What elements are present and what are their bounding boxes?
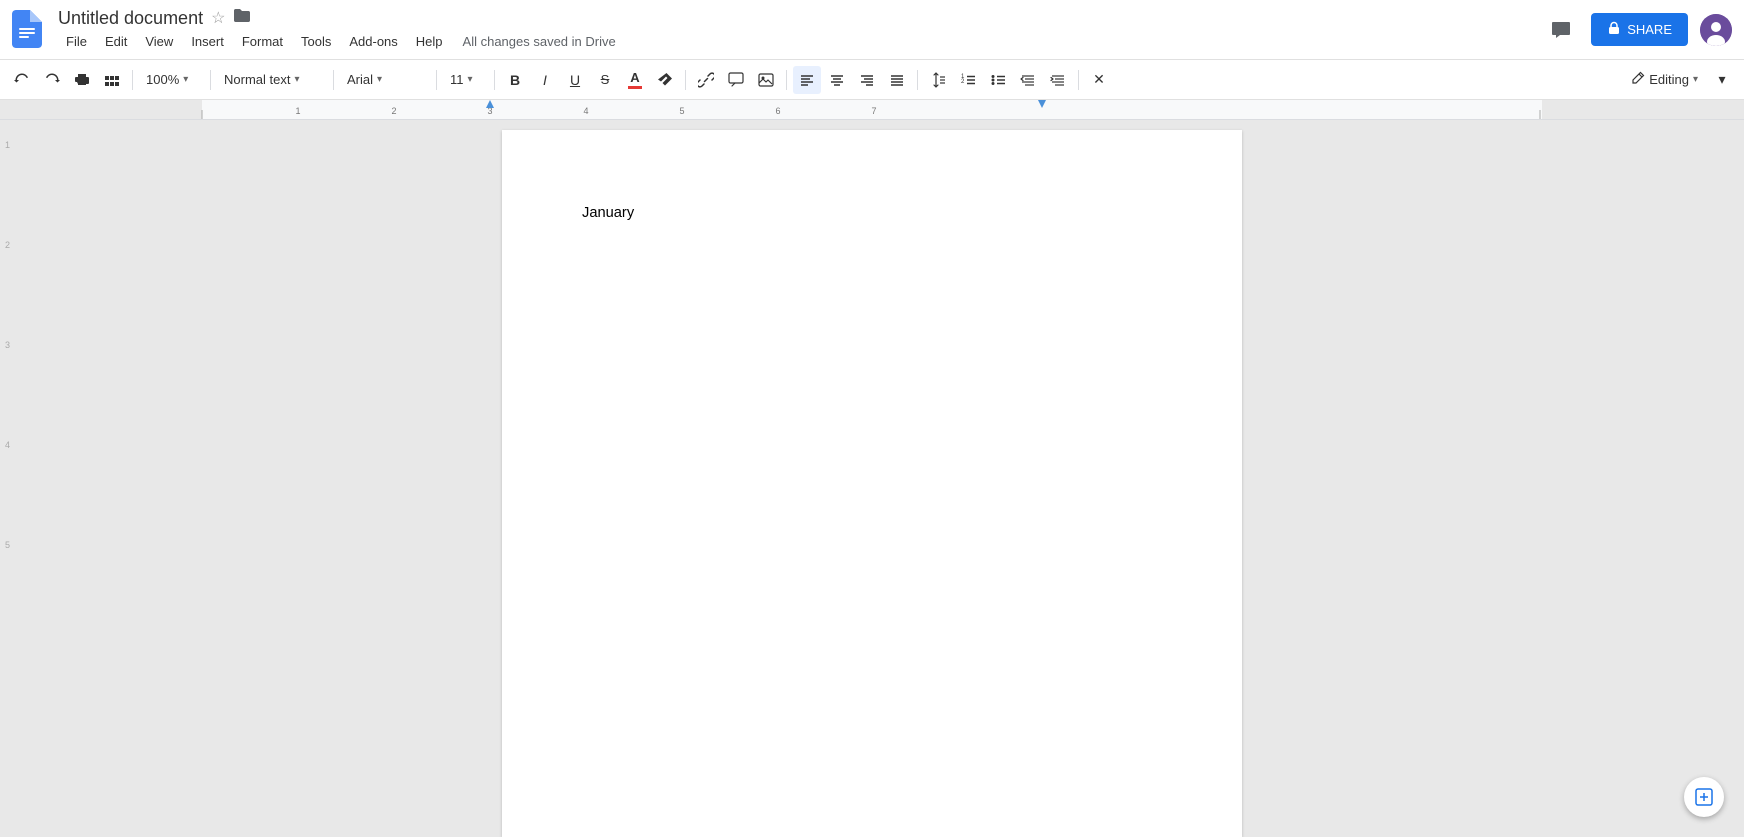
- size-value: 11: [450, 72, 464, 87]
- svg-text:2: 2: [961, 79, 965, 85]
- zoom-value: 100%: [146, 72, 179, 87]
- more-options-button[interactable]: ▾: [1708, 66, 1736, 94]
- insert-image-button[interactable]: [752, 66, 780, 94]
- ruler-num-4: 4: [2, 440, 13, 450]
- editing-arrow: ▾: [1693, 74, 1698, 85]
- italic-button[interactable]: I: [531, 66, 559, 94]
- line-spacing-button[interactable]: [924, 66, 952, 94]
- numbered-list-button[interactable]: 1 2: [954, 66, 982, 94]
- style-arrow: ▾: [294, 74, 299, 85]
- main-area: 1 2 3 4 5 January: [0, 120, 1744, 837]
- redo-button[interactable]: [38, 66, 66, 94]
- font-arrow: ▾: [377, 74, 382, 85]
- strikethrough-button[interactable]: S: [591, 66, 619, 94]
- separator-4: [436, 70, 437, 90]
- ruler: 1 2 3 4 5 6 7: [0, 100, 1744, 120]
- separator-7: [786, 70, 787, 90]
- ruler-num-2: 2: [2, 240, 13, 250]
- doc-title-row: Untitled document ☆: [58, 8, 1543, 29]
- doc-title[interactable]: Untitled document: [58, 8, 203, 29]
- size-arrow: ▾: [468, 74, 473, 85]
- undo-button[interactable]: [8, 66, 36, 94]
- svg-text:4: 4: [583, 106, 588, 116]
- editing-mode-dropdown[interactable]: Editing ▾: [1623, 67, 1706, 92]
- highlight-color-button[interactable]: [651, 66, 679, 94]
- star-icon[interactable]: ☆: [211, 8, 225, 28]
- menu-view[interactable]: View: [137, 31, 181, 52]
- bold-button[interactable]: B: [501, 66, 529, 94]
- editing-label: Editing: [1649, 72, 1689, 87]
- app-icon: [12, 10, 48, 50]
- svg-text:2: 2: [391, 106, 396, 116]
- separator-5: [494, 70, 495, 90]
- separator-6: [685, 70, 686, 90]
- zoom-dropdown[interactable]: 100% ▾: [139, 66, 204, 94]
- ruler-num-1: 1: [2, 140, 13, 150]
- menu-edit[interactable]: Edit: [97, 31, 135, 52]
- separator-9: [1078, 70, 1079, 90]
- font-value: Arial: [347, 72, 373, 87]
- document-text[interactable]: January: [582, 202, 1162, 224]
- font-size-dropdown[interactable]: 11 ▾: [443, 66, 488, 94]
- lock-icon: [1607, 21, 1621, 38]
- underline-button[interactable]: U: [561, 66, 589, 94]
- content-area[interactable]: January: [13, 120, 1731, 837]
- separator-3: [333, 70, 334, 90]
- ruler-num-3: 3: [2, 340, 13, 350]
- align-left-button[interactable]: [793, 66, 821, 94]
- save-status: All changes saved in Drive: [463, 34, 616, 49]
- pencil-icon: [1631, 71, 1645, 88]
- separator-2: [210, 70, 211, 90]
- user-avatar[interactable]: [1700, 14, 1732, 46]
- increase-indent-button[interactable]: [1044, 66, 1072, 94]
- ruler-marks: 1 2 3 4 5 6 7: [0, 100, 1744, 120]
- ruler-num-5: 5: [2, 540, 13, 550]
- menu-insert[interactable]: Insert: [183, 31, 232, 52]
- clear-formatting-button[interactable]: ✕: [1085, 66, 1113, 94]
- link-button[interactable]: [692, 66, 720, 94]
- comments-button[interactable]: [1543, 12, 1579, 48]
- folder-icon[interactable]: [233, 8, 251, 28]
- decrease-indent-button[interactable]: [1014, 66, 1042, 94]
- left-ruler: 1 2 3 4 5: [0, 120, 13, 837]
- align-justify-button[interactable]: [883, 66, 911, 94]
- share-label: SHARE: [1627, 22, 1672, 37]
- svg-text:5: 5: [679, 106, 684, 116]
- menu-format[interactable]: Format: [234, 31, 291, 52]
- share-button[interactable]: SHARE: [1591, 13, 1688, 46]
- menu-file[interactable]: File: [58, 31, 95, 52]
- fab-button[interactable]: [1684, 777, 1724, 817]
- style-dropdown[interactable]: Normal text ▾: [217, 66, 327, 94]
- svg-text:6: 6: [775, 106, 780, 116]
- insert-comment-button[interactable]: [722, 66, 750, 94]
- menu-bar: File Edit View Insert Format Tools Add-o…: [58, 31, 1543, 52]
- font-dropdown[interactable]: Arial ▾: [340, 66, 430, 94]
- title-area: Untitled document ☆ File Edit View Inser…: [58, 8, 1543, 52]
- separator-1: [132, 70, 133, 90]
- document-page[interactable]: January: [502, 130, 1242, 837]
- align-center-button[interactable]: [823, 66, 851, 94]
- print-button[interactable]: [68, 66, 96, 94]
- page-content[interactable]: January: [582, 202, 1162, 224]
- paint-format-button[interactable]: [98, 66, 126, 94]
- separator-8: [917, 70, 918, 90]
- title-bar: Untitled document ☆ File Edit View Inser…: [0, 0, 1744, 60]
- text-color-button[interactable]: A: [621, 66, 649, 94]
- zoom-arrow: ▾: [183, 74, 188, 85]
- menu-addons[interactable]: Add-ons: [341, 31, 405, 52]
- bulleted-list-button[interactable]: [984, 66, 1012, 94]
- header-right: SHARE: [1543, 12, 1732, 48]
- toolbar: 100% ▾ Normal text ▾ Arial ▾ 11 ▾ B I U …: [0, 60, 1744, 100]
- menu-help[interactable]: Help: [408, 31, 451, 52]
- right-sidebar: [1731, 120, 1744, 837]
- svg-text:7: 7: [871, 106, 876, 116]
- svg-text:1: 1: [295, 106, 300, 116]
- style-value: Normal text: [224, 72, 290, 87]
- menu-tools[interactable]: Tools: [293, 31, 339, 52]
- align-right-button[interactable]: [853, 66, 881, 94]
